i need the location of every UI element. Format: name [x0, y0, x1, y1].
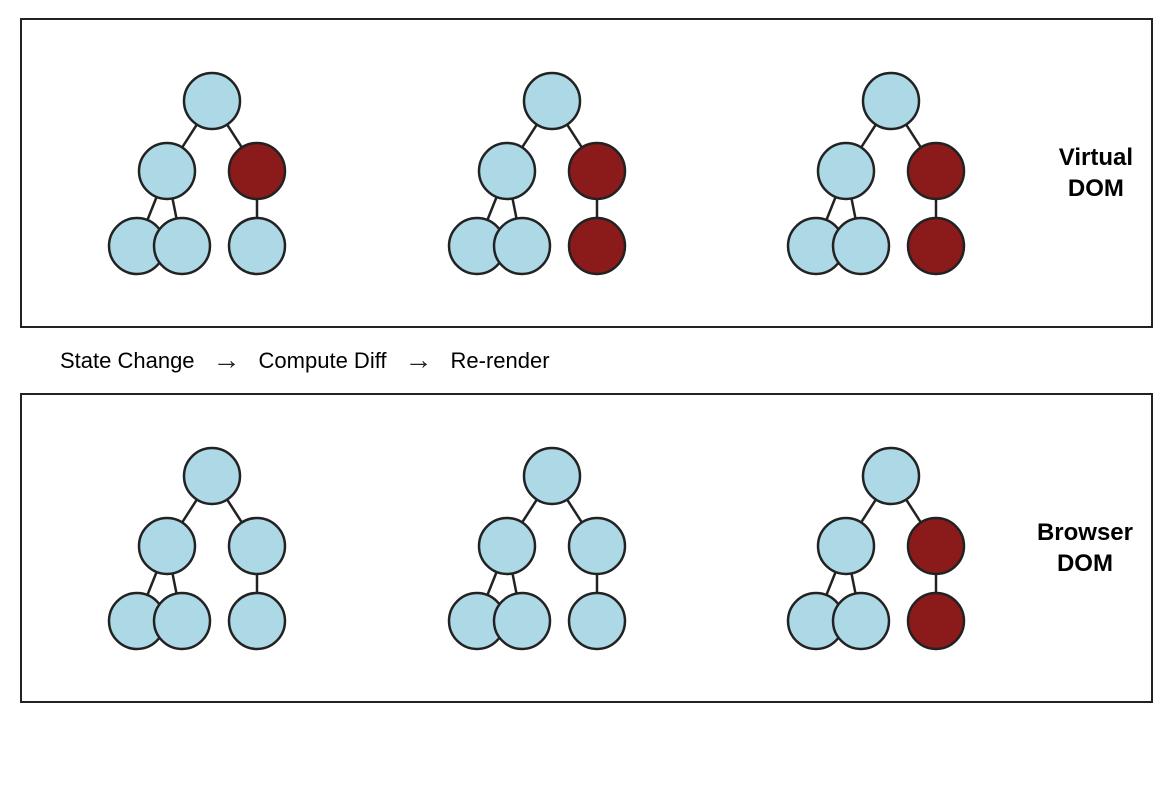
arrow-2: → [405, 345, 433, 377]
virtual-dom-section: Virtual DOM [20, 18, 1153, 328]
vdom-tree2-container [392, 61, 732, 286]
vdom-tree1-container [52, 61, 392, 286]
flow-row: State Change → Compute Diff → Re-render [20, 328, 1153, 393]
bdom-tree3-container [731, 436, 1071, 661]
browser-dom-trees-row [22, 395, 1151, 701]
flow-compute-diff: Compute Diff [259, 348, 387, 374]
flow-state-change: State Change [60, 348, 195, 374]
vdom-tree3-container [731, 61, 1071, 286]
state-change-label: State Change [60, 348, 195, 374]
rerender-label: Re-render [451, 348, 550, 374]
virtual-dom-label: Virtual DOM [1059, 142, 1133, 204]
virtual-dom-trees-row [22, 20, 1151, 326]
arrow-1: → [213, 345, 241, 377]
browser-dom-label: Browser DOM [1037, 517, 1133, 579]
compute-diff-label: Compute Diff [259, 348, 387, 374]
bdom-tree2-container [392, 436, 732, 661]
flow-rerender: Re-render [451, 348, 550, 374]
browser-dom-section: Browser DOM [20, 393, 1153, 703]
bdom-tree1-container [52, 436, 392, 661]
